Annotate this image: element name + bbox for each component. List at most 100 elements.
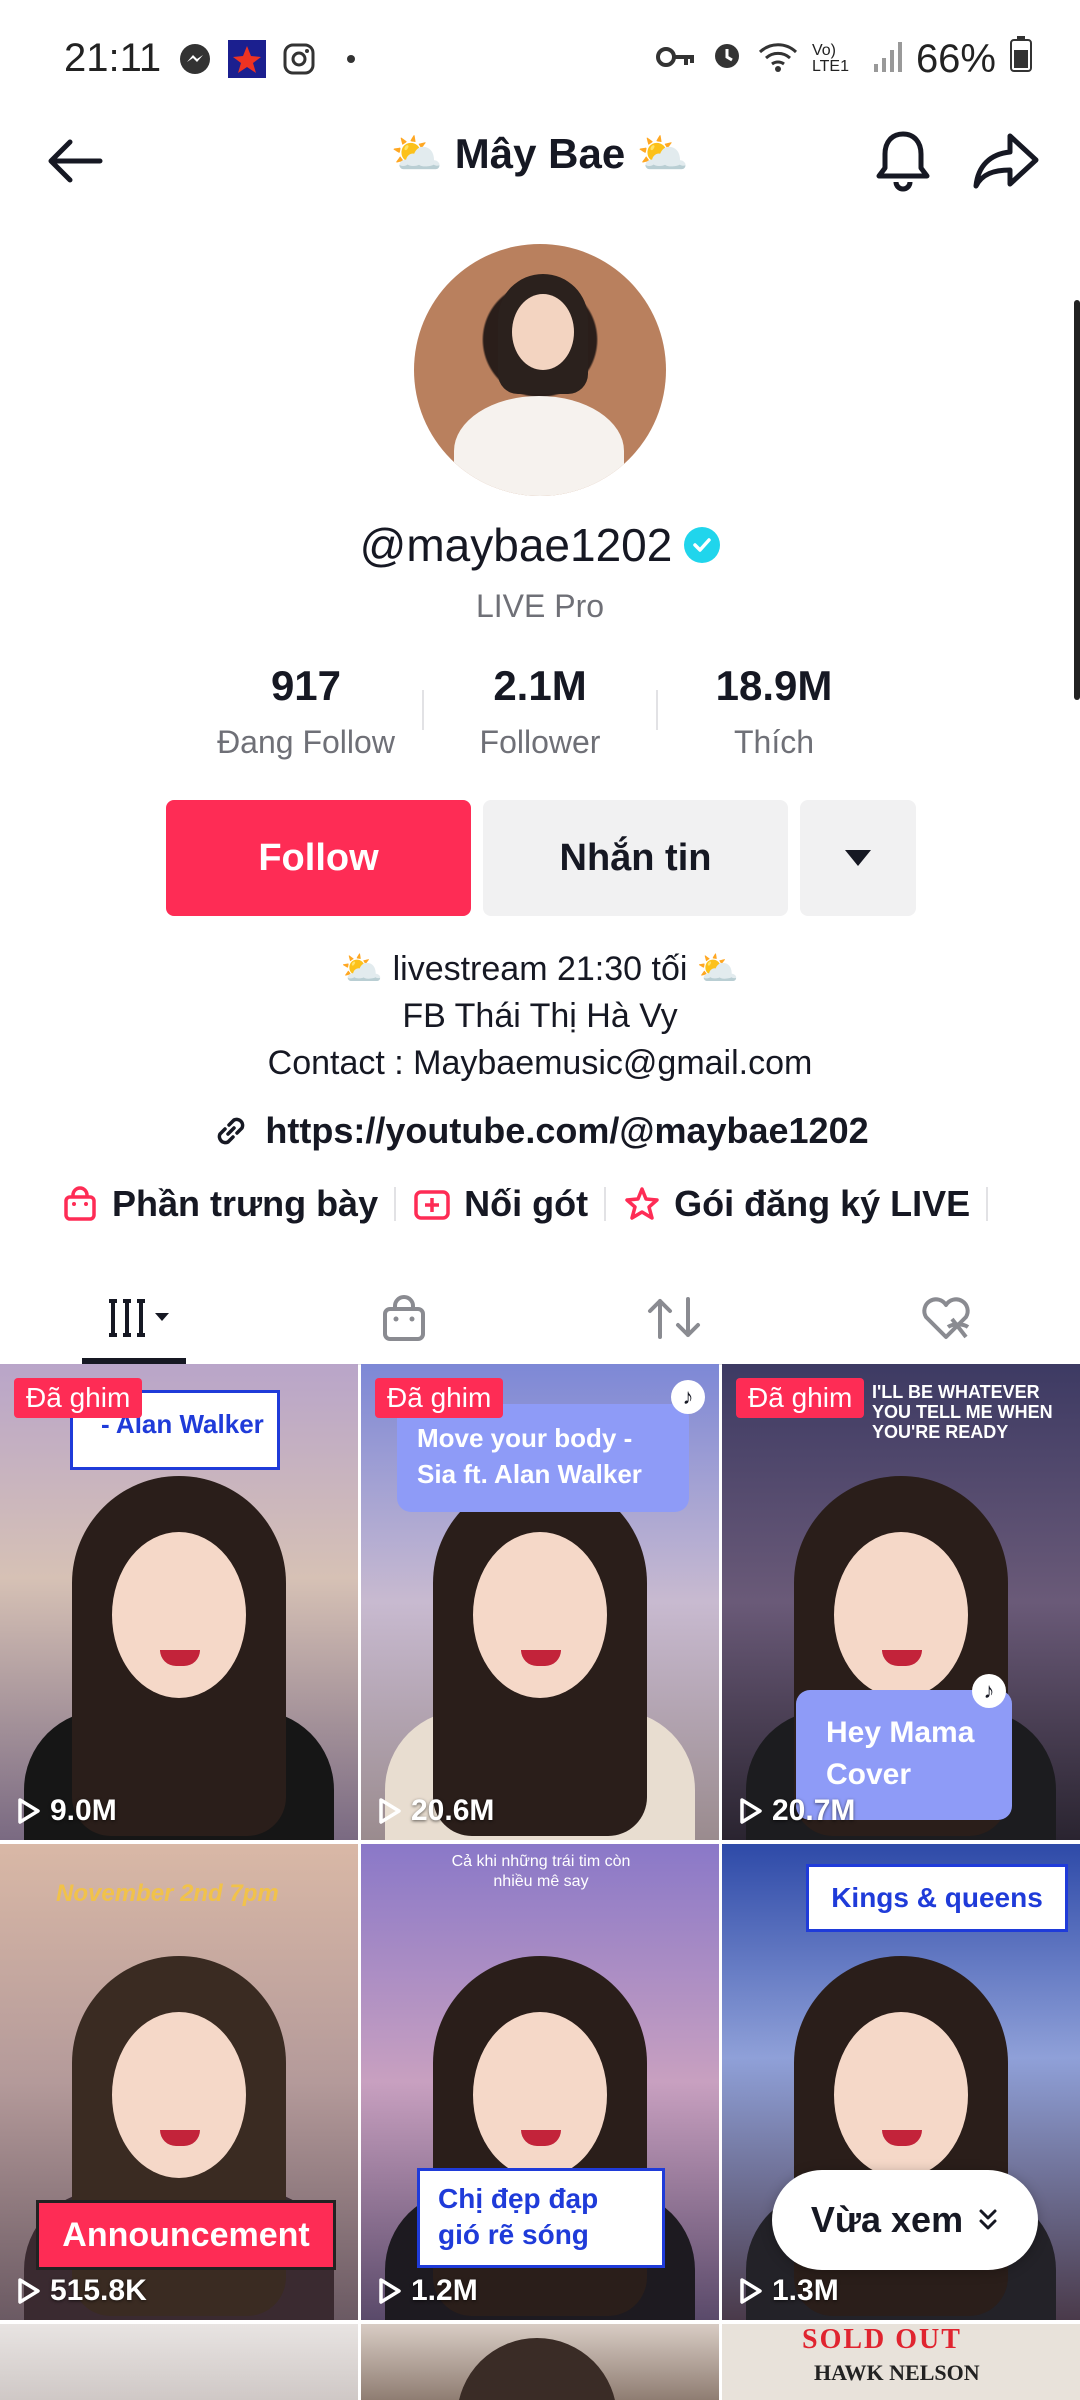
double-chevron-down-icon	[979, 2209, 997, 2230]
view-count-text: 9.0M	[50, 1794, 117, 1827]
bio-line: ⛅ livestream 21:30 tối ⛅	[340, 950, 740, 988]
shortcut-follow-along[interactable]: Nối gót	[412, 1183, 588, 1225]
pinned-badge: Đã ghim	[375, 1378, 504, 1418]
stat-followers[interactable]: 2.1M Follower	[424, 662, 656, 772]
verified-badge-icon	[684, 527, 721, 563]
play-icon	[379, 1798, 401, 1824]
view-count: 1.3M	[738, 2274, 839, 2308]
status-right: Vo) LTE1 66%	[655, 36, 1032, 82]
wifi-icon	[758, 37, 798, 82]
shortcut-live-subscription[interactable]: Gói đăng ký LIVE	[622, 1183, 970, 1225]
stat-value: 917	[270, 662, 342, 709]
notification-bell-button[interactable]	[868, 124, 938, 194]
video-caption: Move your body - Sia ft. Alan Walker	[397, 1404, 689, 1512]
video-caption: Kings & queens	[806, 1864, 1068, 1932]
shortcut-divider	[394, 1187, 397, 1221]
view-count: 20.6M	[377, 1794, 494, 1828]
profile-tabs	[0, 1270, 1080, 1365]
shortcut-divider	[986, 1187, 989, 1221]
shopping-bag-icon	[64, 1186, 96, 1221]
link-icon	[218, 1117, 245, 1145]
video-tile[interactable]: Cả khi những trái tim còn nhiều mê say C…	[361, 1844, 719, 2320]
alarm-icon	[710, 37, 744, 82]
status-time: 21:11	[64, 36, 162, 80]
profile-actions: Follow Nhắn tin	[166, 800, 916, 916]
tiktok-icon: ♪	[671, 1380, 705, 1414]
tab-videos[interactable]	[100, 1288, 190, 1348]
stat-likes[interactable]: 18.9M Thích	[658, 662, 890, 772]
plus-box-icon	[414, 1190, 450, 1220]
repost-icon	[648, 1297, 700, 1339]
key-icon	[655, 37, 696, 82]
stat-following[interactable]: 917 Đang Follow	[190, 662, 422, 772]
shortcut-label: Nối gót	[464, 1183, 589, 1224]
thumb-face	[473, 1532, 607, 1698]
profile-avatar[interactable]	[414, 244, 666, 496]
dot-icon	[332, 40, 370, 78]
tab-reposts[interactable]	[634, 1288, 714, 1348]
view-count: 20.7M	[738, 1794, 855, 1828]
share-button[interactable]	[970, 124, 1044, 194]
share-arrow-icon	[973, 133, 1039, 189]
instagram-icon	[280, 40, 318, 78]
scrollbar[interactable]	[1074, 300, 1080, 700]
pinned-badge: Đã ghim	[736, 1378, 865, 1418]
live-pro-label: LIVE Pro	[475, 588, 605, 624]
thumb-face	[112, 1532, 246, 1698]
video-overlay-text: Cả khi những trái tim còn nhiều mê say	[451, 1853, 631, 1890]
view-count: 515.8K	[16, 2274, 147, 2308]
stat-value: 18.9M	[715, 662, 833, 709]
bag-icon	[383, 1295, 425, 1341]
username: @maybae1202	[359, 519, 673, 571]
video-overlay-text: November 2nd 7pm	[56, 1880, 279, 1907]
video-tile[interactable]: - Alan Walker Đã ghim 9.0M	[0, 1364, 358, 1840]
follow-button[interactable]: Follow	[166, 800, 471, 916]
bio-line: Contact : Maybaemusic@gmail.com	[267, 1044, 813, 1082]
video-tile[interactable]: SOLD OUT HAWK NELSON	[722, 2324, 1080, 2400]
recently-watched-label: Vừa xem	[810, 2199, 964, 2240]
more-dropdown-button[interactable]	[800, 800, 916, 916]
stat-value: 2.1M	[493, 662, 587, 709]
status-bar: 21:11 Vo) LTE1 66%	[0, 0, 1080, 120]
stat-label: Follower	[479, 724, 601, 760]
thumb-face	[834, 1532, 968, 1698]
play-icon	[18, 2278, 40, 2304]
shortcut-divider	[604, 1187, 607, 1221]
bell-icon	[876, 131, 930, 192]
video-tile[interactable]: I'LL BE WHATEVER YOU TELL ME WHEN YOU'RE…	[722, 1364, 1080, 1840]
tab-shop[interactable]	[364, 1288, 444, 1348]
video-overlay-text: HAWK NELSON	[814, 2360, 980, 2385]
profile-link[interactable]: https://youtube.com/@maybae1202	[0, 1110, 1080, 1152]
video-tile[interactable]: Move your body - Sia ft. Alan Walker ♪ Đ…	[361, 1364, 719, 1840]
video-caption: SOLD OUT	[802, 2324, 962, 2355]
bio-line: FB Thái Thị Hà Vy	[402, 997, 678, 1035]
avatar-face	[512, 294, 574, 370]
video-tile[interactable]	[361, 2324, 719, 2400]
view-count-text: 20.6M	[411, 1794, 495, 1827]
video-tile[interactable]	[0, 2324, 358, 2400]
video-thumbnail	[0, 2324, 358, 2400]
messenger-icon	[176, 40, 214, 78]
hidden-heart-icon	[922, 1297, 970, 1339]
play-icon	[18, 1798, 40, 1824]
stat-label: Thích	[733, 724, 815, 760]
tab-liked[interactable]	[906, 1288, 986, 1348]
play-icon	[740, 1798, 762, 1824]
message-button[interactable]: Nhắn tin	[483, 800, 788, 916]
profile-stats: 917 Đang Follow 2.1M Follower 18.9M Thíc…	[190, 662, 890, 772]
top-bar: ⛅ Mây Bae ⛅	[0, 110, 1080, 210]
profile-link-text: https://youtube.com/@maybae1202	[265, 1110, 869, 1151]
battery-icon	[1010, 36, 1032, 82]
profile-shortcuts: Phần trưng bày Nối gót Gói đăng ký LIVE	[60, 1176, 1020, 1232]
pinned-badge: Đã ghim	[14, 1378, 143, 1418]
video-overlay-text: I'LL BE WHATEVER YOU TELL ME WHEN YOU'RE…	[872, 1382, 1053, 1442]
stat-label: Đang Follow	[217, 724, 395, 760]
shortcut-label: Gói đăng ký LIVE	[674, 1183, 971, 1224]
signal-icon	[872, 37, 902, 82]
recently-watched-button[interactable]: Vừa xem	[772, 2170, 1038, 2270]
shortcut-showcase[interactable]: Phần trưng bày	[60, 1183, 378, 1225]
video-tile[interactable]: November 2nd 7pm Announcement 515.8K	[0, 1844, 358, 2320]
star-badge-icon	[625, 1187, 659, 1220]
battery-text: 66%	[915, 36, 996, 81]
thumb-face	[112, 2012, 246, 2178]
